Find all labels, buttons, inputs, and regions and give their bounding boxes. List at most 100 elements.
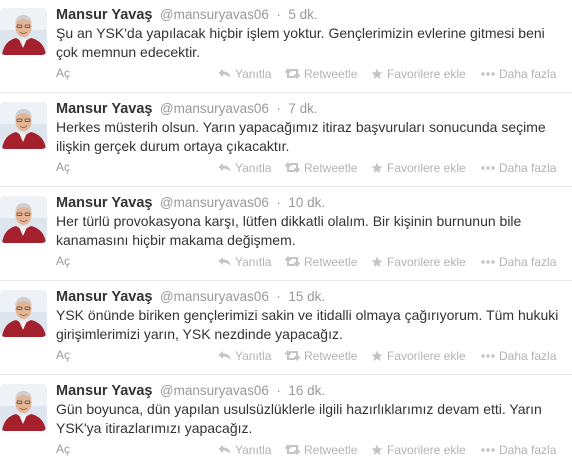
fullname[interactable]: Mansur Yavaş (56, 101, 152, 117)
ellipsis-icon (481, 448, 495, 452)
expand-link[interactable]: Aç (56, 442, 70, 456)
tweet-header: Mansur Yavaş @mansuryavas06 · 15 dk. (56, 288, 325, 306)
more-button[interactable]: Daha fazla (481, 442, 556, 457)
reply-icon (218, 351, 231, 361)
timestamp[interactable]: 7 dk. (288, 101, 317, 116)
separator: · (276, 383, 281, 398)
retweet-button[interactable]: Retweetle (285, 254, 357, 269)
more-button[interactable]: Daha fazla (481, 66, 556, 81)
favorite-button[interactable]: Favorilere ekle (371, 66, 466, 81)
separator: · (276, 195, 281, 210)
tweet: Mansur Yavaş @mansuryavas06 · 7 dk. Herk… (0, 94, 572, 187)
avatar-photo (0, 290, 47, 337)
favorite-button[interactable]: Favorilere ekle (371, 442, 466, 457)
tweet-text: YSK önünde biriken gençlerimizi sakin ve… (56, 307, 559, 342)
avatar[interactable] (0, 102, 47, 149)
avatar-photo (0, 102, 47, 149)
reply-button[interactable]: Yanıtla (218, 160, 271, 175)
timestamp[interactable]: 10 dk. (288, 195, 325, 210)
favorite-button[interactable]: Favorilere ekle (371, 160, 466, 175)
tweet-text: Herkes müsterih olsun. Yarın yapacağımız… (56, 119, 546, 154)
retweet-button[interactable]: Retweetle (285, 160, 357, 175)
reply-label: Yanıtla (235, 442, 272, 457)
ellipsis-icon (481, 260, 495, 264)
username[interactable]: @mansuryavas06 (160, 7, 269, 22)
expand-link[interactable]: Aç (56, 66, 70, 80)
timestamp[interactable]: 5 dk. (288, 7, 317, 22)
more-button[interactable]: Daha fazla (481, 160, 556, 175)
reply-label: Yanıtla (235, 254, 272, 269)
separator: · (276, 7, 281, 22)
timestamp[interactable]: 16 dk. (288, 383, 325, 398)
tweet: Mansur Yavaş @mansuryavas06 · 15 dk. YSK… (0, 282, 572, 375)
star-icon (371, 68, 383, 79)
username[interactable]: @mansuryavas06 (160, 289, 269, 304)
avatar-photo (0, 8, 47, 55)
retweet-label: Retweetle (304, 254, 358, 269)
favorite-button[interactable]: Favorilere ekle (371, 254, 466, 269)
tweet-timeline: Mansur Yavaş @mansuryavas06 · 5 dk. Şu a… (0, 0, 572, 474)
ellipsis-icon (481, 72, 495, 76)
favorite-label: Favorilere ekle (387, 254, 466, 269)
favorite-label: Favorilere ekle (387, 442, 466, 457)
more-button[interactable]: Daha fazla (481, 254, 556, 269)
retweet-icon (285, 444, 300, 456)
reply-icon (218, 445, 231, 455)
tweet-text: Her türlü provokasyona karşı, lütfen dik… (56, 213, 522, 248)
retweet-icon (285, 162, 300, 174)
tweet-header: Mansur Yavaş @mansuryavas06 · 5 dk. (56, 6, 318, 24)
more-label: Daha fazla (499, 348, 557, 363)
username[interactable]: @mansuryavas06 (160, 383, 269, 398)
tweet: Mansur Yavaş @mansuryavas06 · 16 dk. Gün… (0, 376, 572, 474)
timestamp[interactable]: 15 dk. (288, 289, 325, 304)
avatar-photo (0, 196, 47, 243)
tweet-text: Şu an YSK'da yapılacak hiçbir işlem yokt… (56, 25, 545, 60)
username[interactable]: @mansuryavas06 (160, 195, 269, 210)
retweet-button[interactable]: Retweetle (285, 66, 357, 81)
ellipsis-icon (481, 166, 495, 170)
retweet-label: Retweetle (304, 160, 358, 175)
avatar[interactable] (0, 384, 47, 431)
avatar[interactable] (0, 8, 47, 55)
reply-label: Yanıtla (235, 160, 272, 175)
expand-link[interactable]: Aç (56, 160, 70, 174)
more-label: Daha fazla (499, 66, 557, 81)
tweet: Mansur Yavaş @mansuryavas06 · 10 dk. Her… (0, 188, 572, 281)
retweet-label: Retweetle (304, 66, 358, 81)
retweet-button[interactable]: Retweetle (285, 348, 357, 363)
retweet-label: Retweetle (304, 348, 358, 363)
expand-link[interactable]: Aç (56, 254, 70, 268)
retweet-button[interactable]: Retweetle (285, 442, 357, 457)
retweet-label: Retweetle (304, 442, 358, 457)
avatar[interactable] (0, 290, 47, 337)
retweet-icon (285, 68, 300, 80)
separator: · (276, 289, 281, 304)
fullname[interactable]: Mansur Yavaş (56, 195, 152, 211)
star-icon (371, 350, 383, 361)
avatar-photo (0, 384, 47, 431)
tweet-header: Mansur Yavaş @mansuryavas06 · 7 dk. (56, 100, 318, 118)
fullname[interactable]: Mansur Yavaş (56, 383, 152, 399)
reply-button[interactable]: Yanıtla (218, 254, 271, 269)
more-button[interactable]: Daha fazla (481, 348, 556, 363)
star-icon (371, 162, 383, 173)
retweet-icon (285, 256, 300, 268)
reply-button[interactable]: Yanıtla (218, 66, 271, 81)
ellipsis-icon (481, 354, 495, 358)
tweet: Mansur Yavaş @mansuryavas06 · 5 dk. Şu a… (0, 0, 572, 93)
username[interactable]: @mansuryavas06 (160, 101, 269, 116)
tweet-text: Gün boyunca, dün yapılan usulsüzlüklerle… (56, 401, 542, 436)
more-label: Daha fazla (499, 442, 557, 457)
fullname[interactable]: Mansur Yavaş (56, 7, 152, 23)
avatar[interactable] (0, 196, 47, 243)
separator: · (276, 101, 281, 116)
fullname[interactable]: Mansur Yavaş (56, 289, 152, 305)
reply-button[interactable]: Yanıtla (218, 442, 271, 457)
reply-label: Yanıtla (235, 66, 272, 81)
reply-button[interactable]: Yanıtla (218, 348, 271, 363)
reply-icon (218, 163, 231, 173)
expand-link[interactable]: Aç (56, 348, 70, 362)
star-icon (371, 444, 383, 455)
favorite-button[interactable]: Favorilere ekle (371, 348, 466, 363)
favorite-label: Favorilere ekle (387, 66, 466, 81)
